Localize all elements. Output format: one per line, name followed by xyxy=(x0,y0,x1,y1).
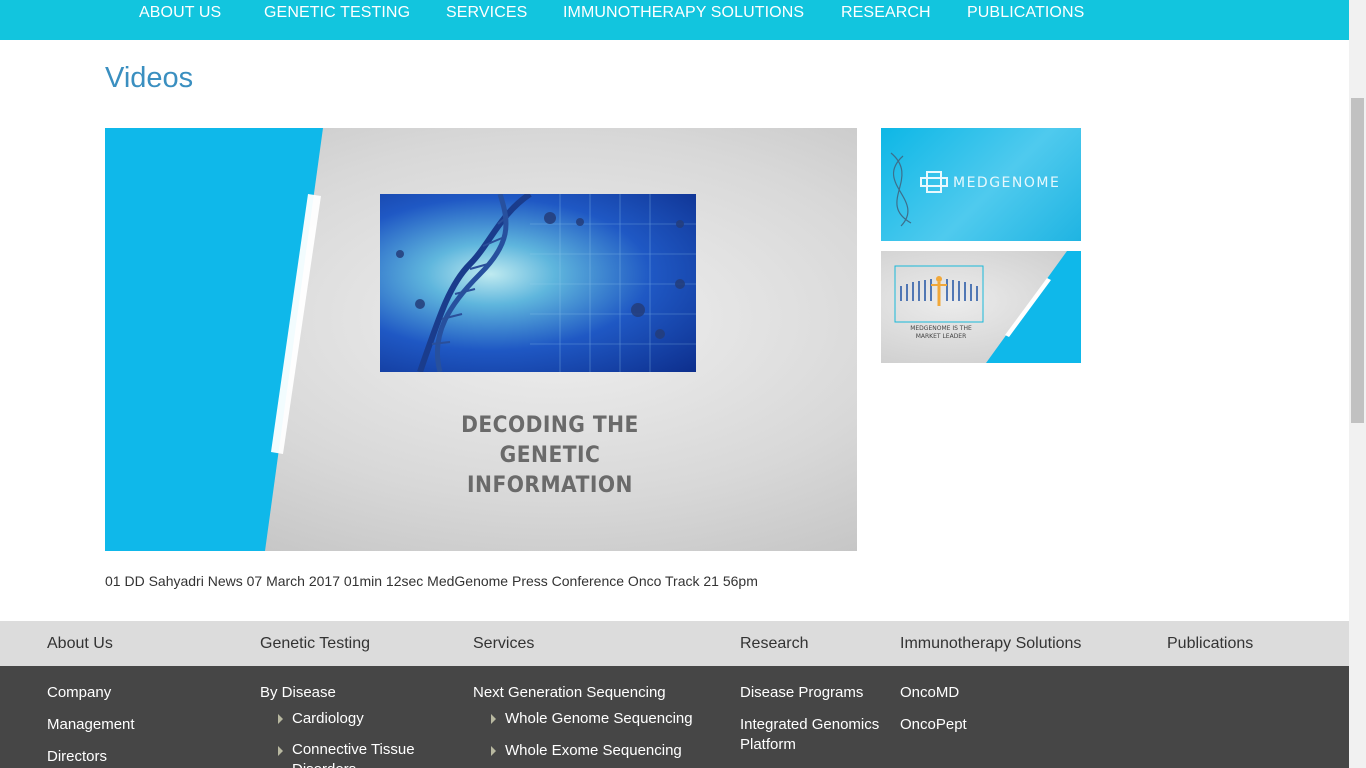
video-thumbnail-market-leader[interactable]: MEDGENOME IS THE MARKET LEADER xyxy=(881,251,1081,363)
footer-link-oncopept[interactable]: OncoPept xyxy=(900,716,967,733)
footer-link-oncomd[interactable]: OncoMD xyxy=(900,684,959,701)
nav-services[interactable]: SERVICES xyxy=(446,4,527,22)
nav-publications[interactable]: PUBLICATIONS xyxy=(967,4,1084,22)
top-nav: ABOUT US GENETIC TESTING SERVICES IMMUNO… xyxy=(0,0,1349,40)
footer-link-management[interactable]: Management xyxy=(47,716,135,733)
footer-headings: About Us Genetic Testing Services Resear… xyxy=(0,621,1349,666)
market-leader-graphic xyxy=(894,251,1081,363)
video-list-text[interactable]: 01 DD Sahyadri News 07 March 2017 01min … xyxy=(105,573,758,589)
nav-research[interactable]: RESEARCH xyxy=(841,4,931,22)
footer-link-company[interactable]: Company xyxy=(47,684,111,701)
nav-immunotherapy-solutions[interactable]: IMMUNOTHERAPY SOLUTIONS xyxy=(563,4,804,22)
footer-links: Company Management Directors By Disease … xyxy=(0,666,1349,768)
caret-right-icon xyxy=(491,714,496,724)
scrollbar-thumb[interactable] xyxy=(1351,98,1364,423)
caret-right-icon xyxy=(278,714,283,724)
footer-link-whole-genome-sequencing[interactable]: Whole Genome Sequencing xyxy=(505,710,693,727)
video-caption: DECODING THE GENETIC INFORMATION xyxy=(417,411,684,501)
footer-link-connective-tissue[interactable]: Connective Tissue Disorders xyxy=(292,740,432,768)
thumbnail-medgenome-text: MEDGENOME xyxy=(953,175,1061,191)
footer-heading-about-us[interactable]: About Us xyxy=(47,635,113,653)
featured-video-player[interactable]: DECODING THE GENETIC INFORMATION xyxy=(105,128,857,551)
video-caption-line2: INFORMATION xyxy=(467,473,633,498)
footer-link-integrated-genomics-platform[interactable]: Integrated Genomics Platform xyxy=(740,715,880,755)
footer-heading-services[interactable]: Services xyxy=(473,635,534,653)
footer-link-by-disease[interactable]: By Disease xyxy=(260,684,336,701)
footer-link-cardiology[interactable]: Cardiology xyxy=(292,710,364,727)
nav-about-us[interactable]: ABOUT US xyxy=(139,4,221,22)
footer-heading-publications[interactable]: Publications xyxy=(1167,635,1253,653)
footer-heading-research[interactable]: Research xyxy=(740,635,808,653)
nav-genetic-testing[interactable]: GENETIC TESTING xyxy=(264,4,410,22)
page-title: Videos xyxy=(105,62,194,94)
dna-image xyxy=(380,194,696,372)
page-scrollbar[interactable] xyxy=(1349,0,1366,768)
footer-link-directors[interactable]: Directors xyxy=(47,748,107,765)
video-thumbnail-medgenome[interactable]: MEDGENOME xyxy=(881,128,1081,241)
caret-right-icon xyxy=(278,746,283,756)
footer-link-disease-programs[interactable]: Disease Programs xyxy=(740,684,863,701)
footer-heading-genetic-testing[interactable]: Genetic Testing xyxy=(260,635,370,653)
footer-link-whole-exome-sequencing[interactable]: Whole Exome Sequencing xyxy=(505,742,682,759)
footer-heading-immunotherapy[interactable]: Immunotherapy Solutions xyxy=(900,635,1081,653)
caret-right-icon xyxy=(491,746,496,756)
thumbnail-market-leader-text: MEDGENOME IS THE MARKET LEADER xyxy=(910,325,972,340)
footer-link-next-generation-sequencing[interactable]: Next Generation Sequencing xyxy=(473,684,666,701)
video-caption-line1: DECODING THE GENETIC xyxy=(461,413,639,468)
